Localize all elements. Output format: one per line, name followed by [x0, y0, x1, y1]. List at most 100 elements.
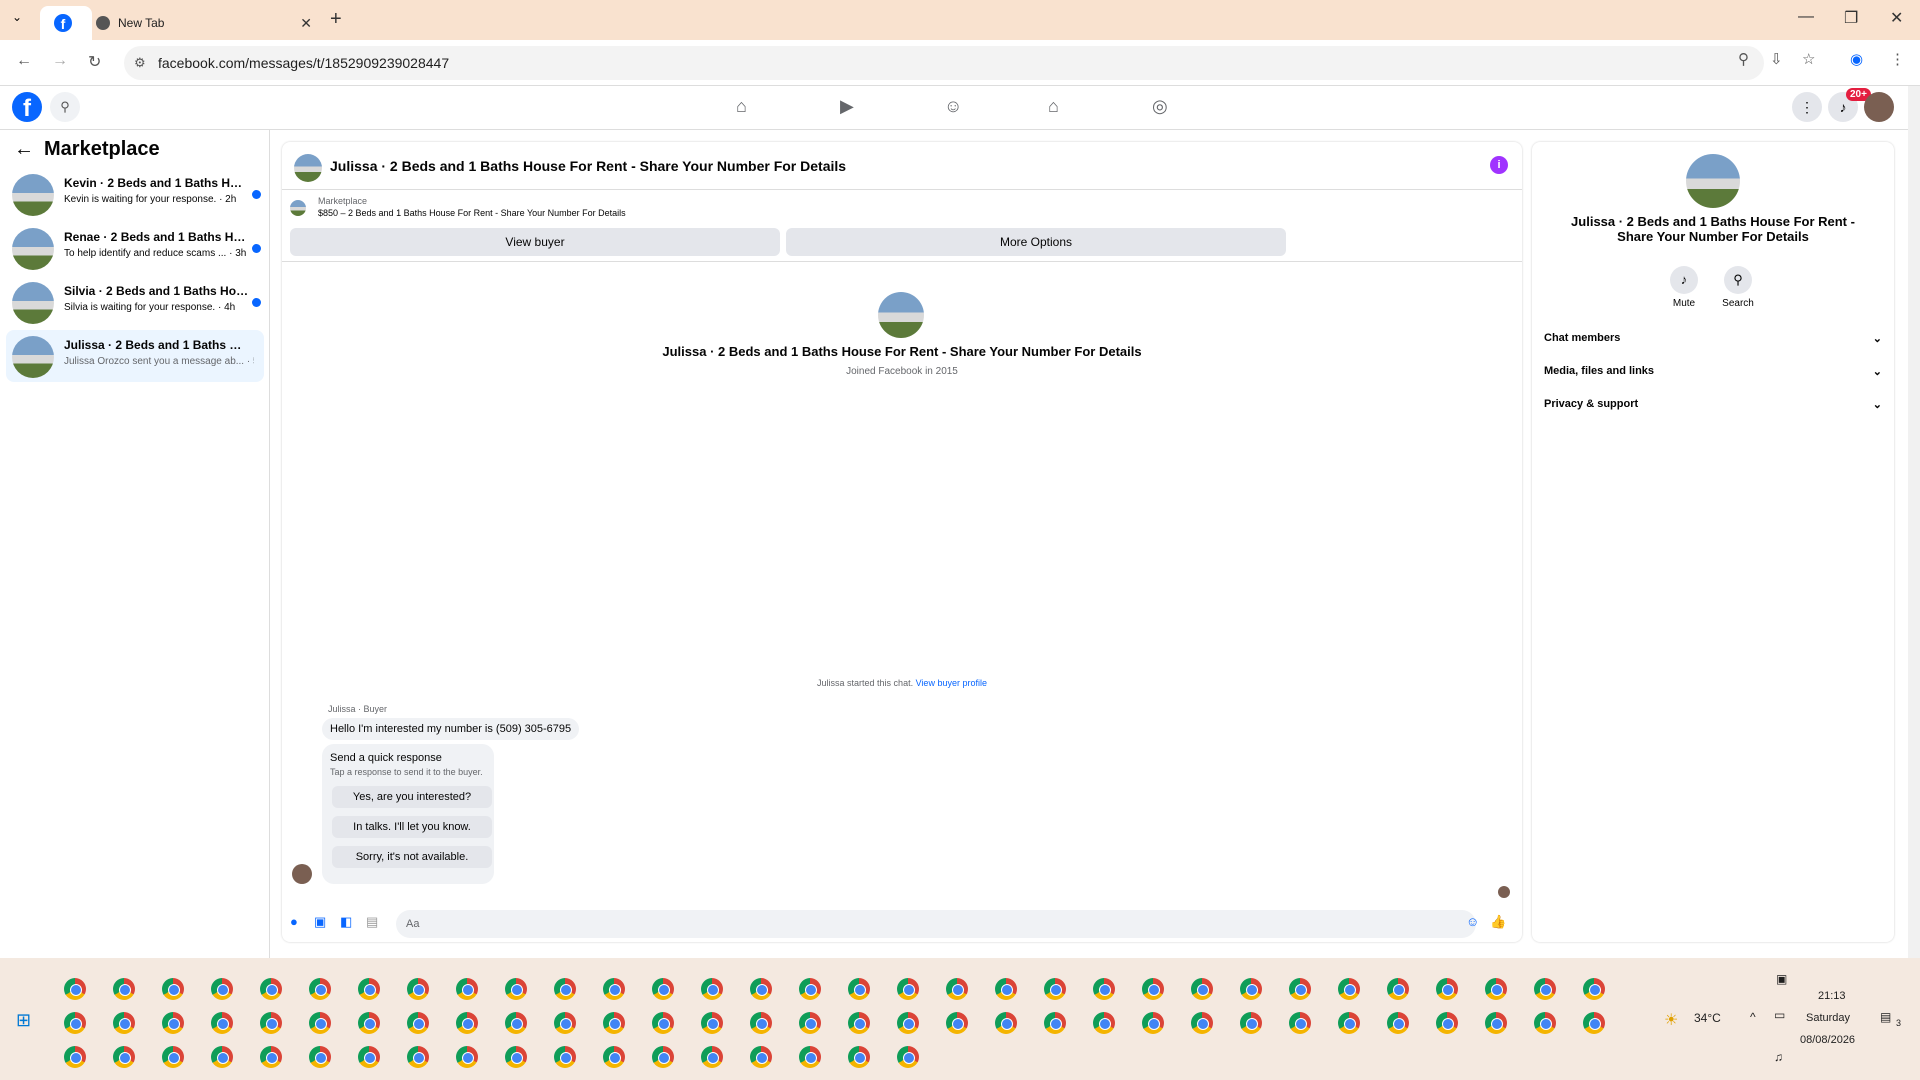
- chrome-window-icon[interactable]: [701, 1046, 723, 1068]
- chrome-window-icon[interactable]: [946, 978, 968, 1000]
- chrome-window-icon[interactable]: [799, 1012, 821, 1034]
- bookmark-star-icon[interactable]: ☆: [1802, 50, 1815, 68]
- chrome-window-icon[interactable]: [358, 1046, 380, 1068]
- chrome-window-icon[interactable]: [456, 1046, 478, 1068]
- reload-icon[interactable]: ↻: [88, 52, 101, 72]
- chat-title[interactable]: Julissa · 2 Beds and 1 Baths House For R…: [330, 158, 846, 174]
- tray-chevron-icon[interactable]: ^: [1750, 1010, 1756, 1024]
- chrome-window-icon[interactable]: [652, 1012, 674, 1034]
- back-icon[interactable]: ←: [16, 52, 32, 70]
- chrome-window-icon[interactable]: [1583, 1012, 1605, 1034]
- chrome-window-icon[interactable]: [358, 1012, 380, 1034]
- chrome-window-icon[interactable]: [407, 1046, 429, 1068]
- facebook-logo[interactable]: f: [12, 92, 42, 122]
- restore-icon[interactable]: ❐: [1844, 8, 1858, 28]
- back-arrow-icon[interactable]: ←: [14, 138, 34, 161]
- notifications-center-icon[interactable]: ▤: [1880, 1010, 1891, 1024]
- chrome-window-icon[interactable]: [1534, 978, 1556, 1000]
- chrome-window-icon[interactable]: [848, 1046, 870, 1068]
- gif-icon[interactable]: ▤: [366, 914, 378, 930]
- quick-response-option[interactable]: Sorry, it's not available.: [332, 846, 492, 868]
- close-tab-icon[interactable]: ✕: [300, 15, 312, 32]
- search-button[interactable]: ⚲ Search: [1708, 266, 1768, 309]
- chat-avatar[interactable]: [294, 154, 322, 182]
- site-info-icon[interactable]: ⚙: [134, 55, 146, 71]
- chrome-window-icon[interactable]: [1093, 978, 1115, 1000]
- section-privacy-support[interactable]: Privacy & support ⌄: [1544, 398, 1882, 411]
- tab-facebook[interactable]: f: [40, 6, 92, 40]
- chrome-window-icon[interactable]: [113, 1012, 135, 1034]
- chrome-window-icon[interactable]: [1289, 1012, 1311, 1034]
- chrome-window-icon[interactable]: [64, 1046, 86, 1068]
- mute-button[interactable]: ♪ Mute: [1654, 266, 1714, 309]
- chrome-window-icon[interactable]: [652, 1046, 674, 1068]
- chrome-window-icon[interactable]: [1289, 978, 1311, 1000]
- conversation-item[interactable]: Renae · 2 Beds and 1 Baths Hous... To he…: [6, 222, 264, 274]
- chrome-window-icon[interactable]: [1044, 978, 1066, 1000]
- chrome-window-icon[interactable]: [64, 978, 86, 1000]
- chrome-window-icon[interactable]: [260, 978, 282, 1000]
- volume-icon[interactable]: ♫: [1774, 1050, 1783, 1064]
- chrome-window-icon[interactable]: [603, 1012, 625, 1034]
- menu-grid-icon[interactable]: ⋮: [1792, 92, 1822, 122]
- clock-date[interactable]: 08/08/2026: [1800, 1034, 1855, 1046]
- chrome-window-icon[interactable]: [848, 1012, 870, 1034]
- chrome-window-icon[interactable]: [1387, 1012, 1409, 1034]
- chrome-window-icon[interactable]: [946, 1012, 968, 1034]
- sticker-icon[interactable]: ◧: [340, 914, 352, 930]
- chrome-window-icon[interactable]: [407, 1012, 429, 1034]
- profile-icon[interactable]: ◉: [1850, 50, 1863, 68]
- quick-response-option[interactable]: Yes, are you interested?: [332, 786, 492, 808]
- conversation-item[interactable]: Silvia · 2 Beds and 1 Baths House... Sil…: [6, 276, 264, 328]
- chrome-window-icon[interactable]: [1534, 1012, 1556, 1034]
- clock-day[interactable]: Saturday: [1806, 1012, 1850, 1024]
- chrome-window-icon[interactable]: [995, 1012, 1017, 1034]
- account-avatar[interactable]: [1864, 92, 1894, 122]
- scrollbar[interactable]: [1908, 86, 1920, 958]
- weather-temp[interactable]: 34°C: [1694, 1011, 1721, 1025]
- chrome-window-icon[interactable]: [309, 1012, 331, 1034]
- more-options-button[interactable]: More Options: [786, 228, 1286, 256]
- chrome-window-icon[interactable]: [799, 1046, 821, 1068]
- like-icon[interactable]: 👍: [1490, 914, 1506, 930]
- message-input[interactable]: Aa: [396, 910, 1476, 938]
- view-buyer-profile-link[interactable]: View buyer profile: [916, 678, 987, 688]
- network-icon[interactable]: ▭: [1774, 1008, 1785, 1022]
- chrome-window-icon[interactable]: [1387, 978, 1409, 1000]
- photo-icon[interactable]: ▣: [314, 914, 326, 930]
- tab-new-tab[interactable]: New Tab ✕: [92, 6, 322, 40]
- chrome-window-icon[interactable]: [701, 978, 723, 1000]
- chrome-window-icon[interactable]: [897, 978, 919, 1000]
- chrome-window-icon[interactable]: [64, 1012, 86, 1034]
- chrome-window-icon[interactable]: [1191, 1012, 1213, 1034]
- chrome-window-icon[interactable]: [211, 1046, 233, 1068]
- chrome-window-icon[interactable]: [652, 978, 674, 1000]
- marketplace-icon[interactable]: ⌂: [1048, 96, 1059, 117]
- close-window-icon[interactable]: ✕: [1890, 8, 1903, 28]
- chrome-window-icon[interactable]: [505, 1046, 527, 1068]
- chrome-window-icon[interactable]: [1044, 1012, 1066, 1034]
- chrome-window-icon[interactable]: [554, 1012, 576, 1034]
- clock-time[interactable]: 21:13: [1818, 990, 1846, 1002]
- conversation-item[interactable]: Kevin · 2 Beds and 1 Baths House... Kevi…: [6, 168, 264, 220]
- chrome-window-icon[interactable]: [162, 1046, 184, 1068]
- chrome-window-icon[interactable]: [1583, 978, 1605, 1000]
- chrome-window-icon[interactable]: [1191, 978, 1213, 1000]
- weather-icon[interactable]: ☀: [1664, 1010, 1678, 1030]
- chrome-window-icon[interactable]: [603, 978, 625, 1000]
- video-icon[interactable]: ▶: [840, 96, 854, 117]
- chrome-window-icon[interactable]: [1338, 978, 1360, 1000]
- chrome-window-icon[interactable]: [211, 978, 233, 1000]
- chrome-window-icon[interactable]: [309, 1046, 331, 1068]
- chrome-window-icon[interactable]: [701, 1012, 723, 1034]
- chrome-window-icon[interactable]: [1093, 1012, 1115, 1034]
- chrome-window-icon[interactable]: [799, 978, 821, 1000]
- chrome-window-icon[interactable]: [505, 1012, 527, 1034]
- chrome-window-icon[interactable]: [505, 978, 527, 1000]
- chrome-window-icon[interactable]: [113, 1046, 135, 1068]
- chrome-window-icon[interactable]: [554, 978, 576, 1000]
- chrome-window-icon[interactable]: [113, 978, 135, 1000]
- chrome-window-icon[interactable]: [554, 1046, 576, 1068]
- chrome-window-icon[interactable]: [309, 978, 331, 1000]
- menu-icon[interactable]: ⋮: [1890, 50, 1905, 68]
